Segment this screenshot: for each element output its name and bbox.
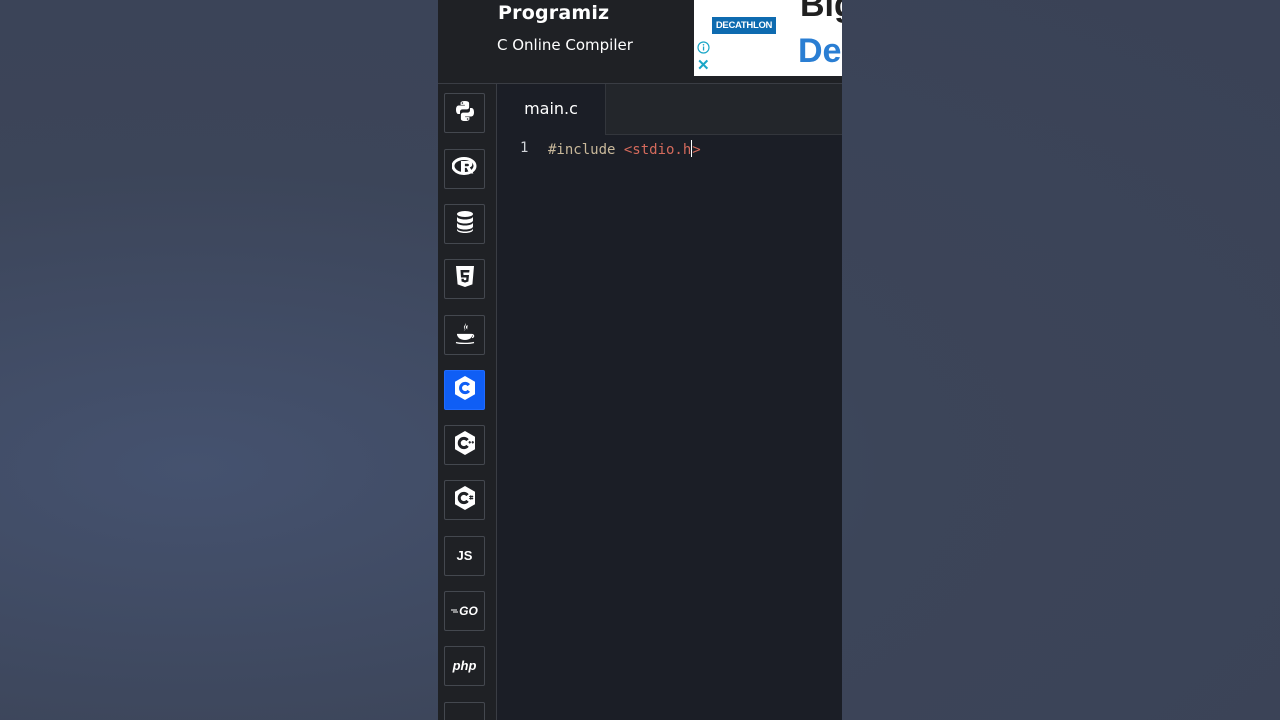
include-header-close: > xyxy=(692,142,701,158)
java-icon xyxy=(454,320,476,351)
ad-banner[interactable]: DECATHLON Big De ✕ xyxy=(694,0,842,76)
tab-main-c[interactable]: main.c xyxy=(497,84,606,135)
go-icon: GO xyxy=(451,604,478,618)
editor-tab-bar: main.c xyxy=(497,84,842,135)
php-icon: php xyxy=(452,658,477,673)
include-header: <stdio.h xyxy=(623,142,692,158)
ad-headline-line1: Big xyxy=(800,0,842,24)
line-number: 1 xyxy=(520,140,529,156)
page-subtitle: C Online Compiler xyxy=(497,36,633,54)
c-icon xyxy=(453,375,477,406)
sidebar-item-js[interactable]: JS xyxy=(444,536,485,576)
app-viewport: Programiz C Online Compiler DECATHLON Bi… xyxy=(438,0,842,720)
include-directive: #include xyxy=(548,142,624,158)
sidebar-item-php[interactable]: php xyxy=(444,646,485,686)
sidebar-item-swift[interactable] xyxy=(444,702,485,720)
database-icon xyxy=(455,210,475,239)
sidebar-item-python[interactable] xyxy=(444,93,485,133)
js-icon: JS xyxy=(456,548,473,563)
r-icon xyxy=(451,156,478,183)
sidebar-item-sql[interactable] xyxy=(444,204,485,244)
sidebar-item-r[interactable] xyxy=(444,149,485,189)
sidebar-item-c[interactable] xyxy=(444,370,485,410)
close-icon[interactable]: ✕ xyxy=(697,57,710,74)
csharp-icon xyxy=(453,485,477,516)
ad-brand-logo: DECATHLON xyxy=(712,17,776,34)
sidebar-item-java[interactable] xyxy=(444,315,485,355)
cpp-icon xyxy=(453,430,477,461)
sidebar-item-csharp[interactable] xyxy=(444,480,485,520)
sidebar-item-html[interactable] xyxy=(444,259,485,299)
html5-icon xyxy=(455,265,475,294)
sidebar-item-go[interactable]: GO xyxy=(444,591,485,631)
sidebar-item-cpp[interactable] xyxy=(444,425,485,465)
code-editor[interactable]: 1 #include <stdio.h> xyxy=(497,135,842,720)
language-sidebar: JS GO php xyxy=(438,84,497,720)
programiz-logo[interactable]: Programiz xyxy=(498,2,609,24)
header: Programiz C Online Compiler DECATHLON Bi… xyxy=(438,0,842,84)
ad-headline-line2: De xyxy=(798,32,842,70)
code-line[interactable]: #include <stdio.h> xyxy=(548,140,701,158)
python-icon xyxy=(453,99,477,128)
